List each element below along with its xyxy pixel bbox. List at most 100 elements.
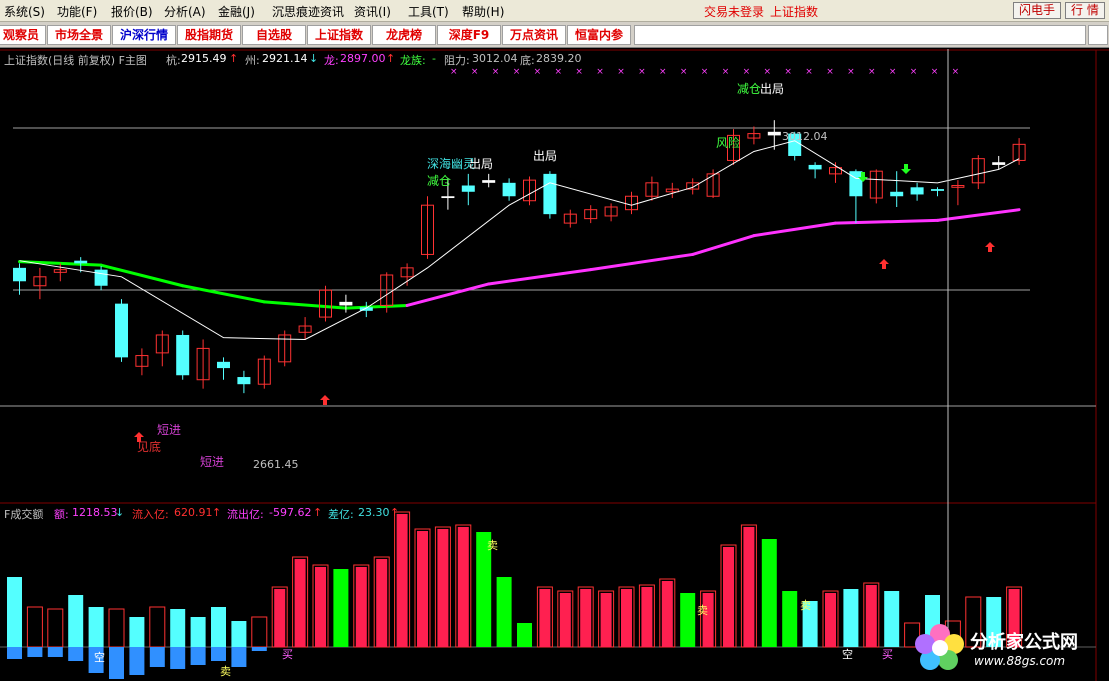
candle-body <box>74 260 88 264</box>
candle <box>523 176 536 206</box>
candle <box>278 330 292 367</box>
volume-bar <box>353 564 370 648</box>
resistance-x-mark: × <box>889 67 897 77</box>
volume-bar <box>414 528 431 648</box>
volume-bar <box>149 606 166 667</box>
volume-bar <box>373 556 390 648</box>
volume-bar <box>333 569 349 647</box>
candle <box>686 178 700 195</box>
kline-chart[interactable]: × × × × × × × × × × × × × × × × × × × × × × × × × 3012.04 2661.4… <box>0 0 1109 681</box>
resistance-x-mark: × <box>743 67 751 77</box>
volume-bar <box>659 578 676 648</box>
candle <box>482 173 496 188</box>
candle <box>237 370 251 394</box>
hang-label: 杭: <box>166 54 181 67</box>
resistance-x-mark: × <box>952 67 960 77</box>
hang-value: 2915.49 <box>181 52 227 65</box>
volume-bar <box>108 608 125 679</box>
resistance-x-mark: × <box>701 67 709 77</box>
candle <box>359 301 373 318</box>
volume-bar-fill <box>539 589 551 647</box>
volume-bar-up <box>782 591 798 647</box>
volume-bar-fill <box>825 593 836 647</box>
volume-bar-up <box>47 608 64 648</box>
volume-bar-up <box>884 591 900 647</box>
volume-bar-down <box>211 647 226 661</box>
candle <box>625 191 638 215</box>
resistance-x-mark: × <box>784 67 792 77</box>
candle <box>421 196 434 259</box>
amount-down-arrow-icon: ↓ <box>115 506 125 519</box>
volume-mark-buy-2: 买 <box>882 648 893 661</box>
candle-body <box>237 377 251 385</box>
volume-bar-fill <box>702 593 714 647</box>
volume-bar-down <box>7 647 22 659</box>
volume-bar <box>312 564 329 648</box>
volume-bar-down <box>231 647 247 667</box>
candle <box>890 171 904 207</box>
candle <box>665 182 679 199</box>
candle-body <box>910 187 924 195</box>
candle <box>706 169 720 199</box>
candle <box>584 205 598 224</box>
candle <box>910 182 924 201</box>
trend-line-segment <box>181 284 266 304</box>
volume-bar-fill <box>376 559 388 647</box>
candle-body <box>543 173 557 215</box>
resistance-x-mark: × <box>450 67 458 77</box>
volume-bar <box>761 539 777 647</box>
resistance-value: 3012.04 <box>472 52 518 65</box>
volume-bar <box>129 617 145 675</box>
volume-bar-fill <box>294 559 306 647</box>
zhou-down-arrow-icon: ↓ <box>309 52 319 65</box>
up-arrow-icon <box>879 259 889 269</box>
volume-bar <box>638 584 655 648</box>
candle <box>196 339 210 389</box>
inflow-label: 流入亿: <box>132 508 169 521</box>
volume-bar-up <box>7 577 22 647</box>
candle-body <box>217 361 230 369</box>
volume-bar <box>455 524 472 648</box>
resistance-x-mark: × <box>931 67 939 77</box>
volume-bar-fill <box>355 567 367 647</box>
volume-bar-down <box>170 647 186 669</box>
volume-bar <box>557 590 574 648</box>
outflow-up-arrow-icon: ↑ <box>313 506 323 519</box>
candle-body <box>441 196 455 199</box>
trend-line <box>18 208 1021 310</box>
candle <box>604 203 618 222</box>
volume-bar-up <box>108 608 125 648</box>
volume-bar <box>68 595 84 661</box>
volume-bar <box>251 616 268 651</box>
up-arrow-icon <box>985 242 995 252</box>
trend-line-segment <box>344 303 409 310</box>
candle-body <box>890 191 904 197</box>
volume-bar-up <box>843 589 859 647</box>
volume-bar-fill <box>641 587 653 647</box>
volume-bar-fill <box>865 585 877 647</box>
volume-bar-up <box>517 623 532 647</box>
volume-mark-buy-1: 买 <box>282 648 293 661</box>
volume-bar <box>680 593 696 647</box>
volume-bar-up <box>761 539 777 647</box>
bottom-value: 2839.20 <box>536 52 582 65</box>
site-logo: 分析家公式网 www.88gs.com <box>910 618 1105 678</box>
resistance-x-mark: × <box>555 67 563 77</box>
candle <box>747 126 761 145</box>
resistance-x-mark: × <box>596 67 604 77</box>
trend-line-segment <box>589 252 695 272</box>
volume-bar <box>271 586 288 648</box>
signal-duanjin-2: 短进 <box>200 455 224 469</box>
low-price-label: 2661.45 <box>253 458 299 471</box>
moving-average-polyline <box>19 140 1020 340</box>
volume-bar <box>496 577 512 647</box>
volume-bar-up <box>190 617 206 647</box>
resistance-x-mark: × <box>680 67 688 77</box>
volume-bar-down <box>251 647 267 651</box>
volume-bar-up <box>211 607 226 647</box>
volume-mark-kong-2: 空 <box>842 647 853 661</box>
volume-bar-up <box>149 606 166 648</box>
volume-bar-down <box>27 647 43 657</box>
volume-bar <box>863 582 880 648</box>
resistance-x-mark: × <box>492 67 500 77</box>
